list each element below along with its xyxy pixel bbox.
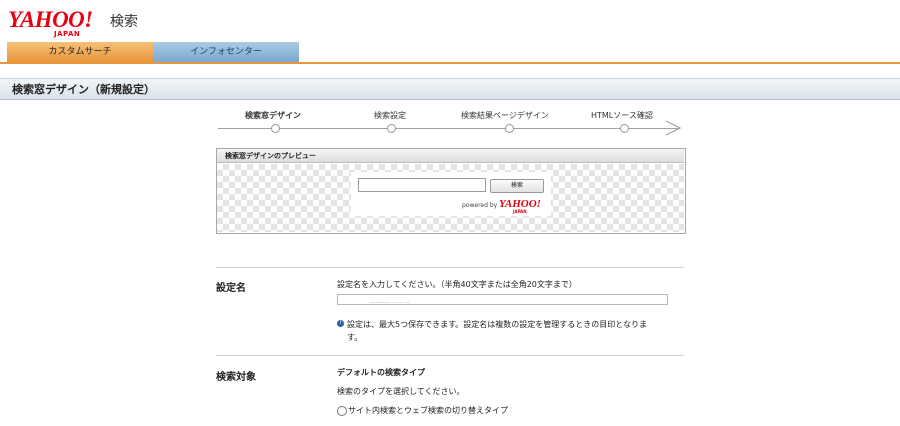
settings-name-label: 設定名	[216, 283, 246, 294]
tab-info-center[interactable]: インフォセンター	[153, 42, 299, 62]
search-type-option-label[interactable]: サイト内検索とウェブ検索の切り替えタイプ	[348, 405, 508, 416]
tab-underline	[0, 62, 900, 64]
section-divider	[216, 267, 684, 268]
logo-subtext: JAPAN	[54, 30, 81, 38]
step-search-settings: 検索設定	[374, 111, 406, 120]
step-marker-2	[387, 124, 396, 133]
search-target-subheading: デフォルトの検索タイプ	[337, 368, 425, 377]
powered-by-text: powered by	[462, 202, 498, 209]
step-search-box-design: 検索窓デザイン	[245, 111, 301, 120]
step-progress-line	[218, 128, 678, 129]
section-divider	[216, 355, 684, 356]
step-marker-1	[271, 124, 280, 133]
preview-search-input[interactable]	[358, 178, 486, 192]
tab-custom-search[interactable]: カスタムサーチ	[7, 42, 153, 62]
step-arrow-icon	[665, 120, 682, 136]
logo-wordmark: YAHOO!	[8, 7, 93, 32]
search-type-radio[interactable]	[337, 406, 347, 416]
step-results-page-design: 検索結果ページデザイン	[461, 111, 549, 120]
search-target-instruction: 検索のタイプを選択してください。	[337, 387, 465, 396]
settings-name-note-line1: 設定は、最大5つ保存できます。設定名は複数の設定を管理するときの目印となりま	[347, 320, 648, 329]
settings-name-input-value: ＿＿＿＿ ＿ ＿ ＿	[370, 298, 410, 304]
page-title: 検索窓デザイン（新規設定）	[12, 83, 155, 96]
yahoo-japan-logo[interactable]: YAHOO! JAPAN	[8, 7, 93, 39]
preview-search-button[interactable]: 検索	[490, 179, 544, 193]
preview-yahoo-logo-sub: JAPAN	[513, 209, 527, 214]
search-target-label: 検索対象	[216, 372, 256, 383]
step-marker-3	[505, 124, 514, 133]
step-marker-4	[620, 124, 629, 133]
preview-heading: 検索窓デザインのプレビュー	[217, 149, 684, 163]
settings-name-note-line2: す。	[347, 333, 363, 342]
step-html-source: HTMLソース確認	[591, 111, 653, 120]
logo-suffix: 検索	[110, 14, 138, 30]
info-icon: i	[337, 320, 344, 327]
settings-name-instruction: 設定名を入力してください。（半角40文字または全角20文字まで）	[337, 280, 577, 289]
